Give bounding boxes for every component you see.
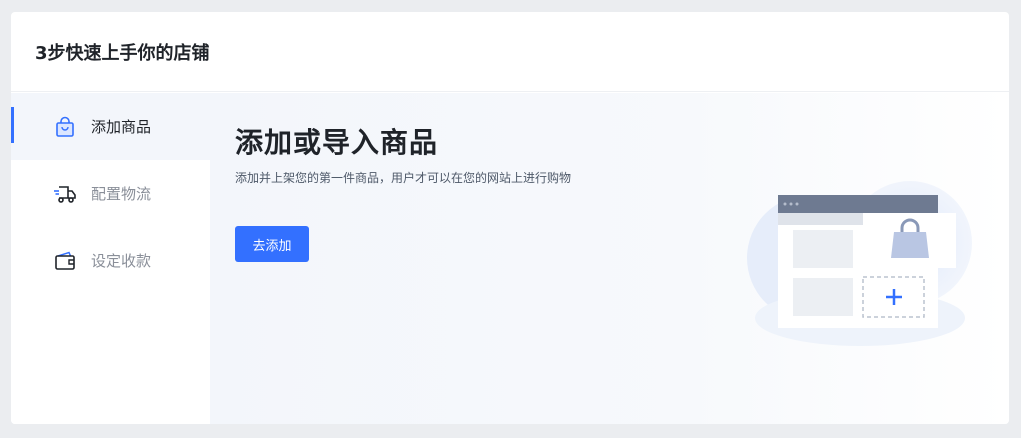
step-set-payment[interactable]: 设定收款: [11, 227, 210, 294]
go-add-button[interactable]: 去添加: [235, 226, 309, 262]
step-label: 设定收款: [91, 252, 152, 270]
product-illustration: [747, 181, 972, 346]
step-add-products[interactable]: 添加商品: [11, 93, 210, 160]
step-description: 添加并上架您的第一件商品，用户才可以在您的网站上进行购物: [235, 171, 572, 185]
card-title: 3步快速上手你的店铺: [35, 42, 210, 64]
step-title: 添加或导入商品: [235, 126, 439, 159]
onboarding-content: 添加商品 配置物流 设定收款 添加或导入商品 添加并上架您的第一件商品，用户才可…: [11, 93, 1009, 424]
card-header: 3步快速上手你的店铺: [11, 12, 1009, 92]
step-configure-logistics[interactable]: 配置物流: [11, 160, 210, 227]
step-label: 配置物流: [91, 185, 152, 203]
onboarding-card: 3步快速上手你的店铺 添加商品 配置物流 设定收款 添加或导入商品 添加并上架您…: [11, 12, 1009, 424]
delivery-truck-icon: [53, 182, 77, 206]
step-detail-panel: 添加或导入商品 添加并上架您的第一件商品，用户才可以在您的网站上进行购物 去添加: [210, 93, 1009, 424]
wallet-icon: [53, 249, 77, 273]
steps-sidebar: 添加商品 配置物流 设定收款: [11, 93, 210, 424]
shopping-bag-icon: [53, 115, 77, 139]
step-label: 添加商品: [91, 118, 152, 136]
